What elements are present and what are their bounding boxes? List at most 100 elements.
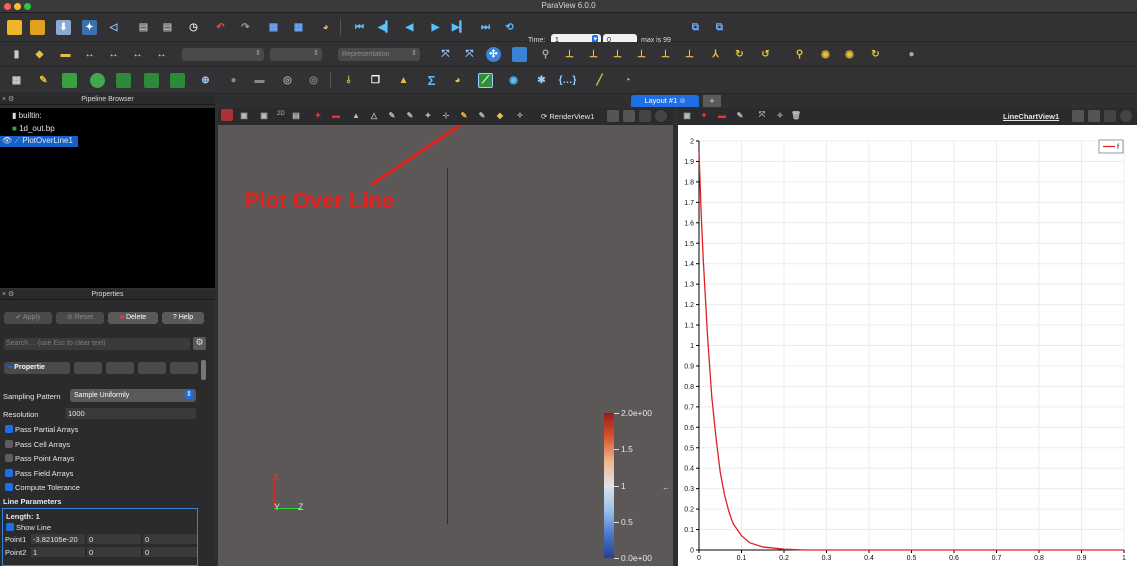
- rescale-icon[interactable]: ▬: [58, 47, 73, 62]
- point1-z-input[interactable]: 0: [143, 534, 197, 544]
- extract-level-icon[interactable]: ◎: [280, 73, 295, 88]
- delete-button[interactable]: ■ Delete: [108, 312, 158, 324]
- rescale-visible-icon[interactable]: ↔: [106, 47, 121, 62]
- select-chart-region-icon[interactable]: ▬: [716, 109, 728, 121]
- new-layout-tab-button[interactable]: +: [703, 95, 721, 107]
- time-manager-icon[interactable]: ⧉: [712, 20, 727, 35]
- time-inspector-icon[interactable]: ⧉: [688, 20, 703, 35]
- line-chart-view[interactable]: 0 0.1 0.2 0.3 0.4 0.5 0.6 0.7 0.8 0.9 1 1.1 1.2 1.3 1.…: [678, 125, 1137, 566]
- rotate-90-cw-icon[interactable]: ↻: [732, 47, 747, 62]
- split-vertical-button[interactable]: [1088, 110, 1100, 122]
- array-selector[interactable]: ⇕: [182, 48, 264, 61]
- plot-data-icon[interactable]: ◕: [450, 73, 465, 88]
- pipeline-item-builtin[interactable]: ▮ builtin:: [12, 111, 42, 120]
- first-frame-icon[interactable]: ⏮: [352, 20, 367, 35]
- tab-properties[interactable]: ━ Propertie: [4, 362, 70, 374]
- clip-icon[interactable]: [62, 73, 77, 88]
- protractor-icon[interactable]: ◔: [620, 73, 635, 88]
- open-recent-icon[interactable]: [30, 20, 45, 35]
- color-map-editor-icon[interactable]: ▮: [9, 47, 24, 62]
- palette-icon[interactable]: ◕: [318, 20, 333, 35]
- chart-zoom-icon[interactable]: ⤧: [756, 109, 768, 121]
- rescale-custom-icon[interactable]: ↔: [82, 47, 97, 62]
- tab-view[interactable]: [170, 362, 198, 374]
- apply-button[interactable]: ✔ Apply: [4, 312, 52, 324]
- split-horizontal-button[interactable]: [607, 110, 619, 122]
- point2-x-input[interactable]: 1: [31, 547, 85, 557]
- checkbox-4[interactable]: [5, 483, 13, 491]
- view-minus-x-icon[interactable]: ⊥: [586, 47, 601, 62]
- play-icon[interactable]: ▶: [428, 20, 443, 35]
- group-datasets-icon[interactable]: ▬: [252, 73, 267, 88]
- close-view-button[interactable]: [655, 110, 667, 122]
- next-frame-icon[interactable]: ▶▎: [452, 20, 467, 35]
- search-icon[interactable]: ⚲: [538, 47, 553, 62]
- reset-button[interactable]: ⊘ Reset: [56, 312, 104, 324]
- resolution-input[interactable]: 1000: [66, 408, 196, 419]
- isometric-view-icon[interactable]: ⅄: [708, 47, 723, 62]
- orientation-axes-icon[interactable]: ▤: [290, 109, 302, 121]
- python-calculator-icon[interactable]: {…}: [559, 73, 577, 88]
- histogram-icon[interactable]: ▲: [396, 73, 411, 88]
- show-center-icon[interactable]: ◉: [842, 47, 857, 62]
- scalar-bar-icon[interactable]: ◆: [32, 47, 47, 62]
- reverse-play-icon[interactable]: ◀: [402, 20, 417, 35]
- loop-icon[interactable]: ⟲: [502, 20, 517, 35]
- select-frustum-icon[interactable]: ▲: [350, 109, 362, 121]
- ruler-icon[interactable]: ╱: [592, 73, 607, 88]
- chart-clear-selection-icon[interactable]: ✧: [774, 109, 786, 121]
- select-blocks-icon[interactable]: ✦: [422, 109, 434, 121]
- probe-icon[interactable]: ⫰: [341, 73, 356, 88]
- rescale-over-time-icon[interactable]: ↔: [154, 47, 169, 62]
- point2-z-input[interactable]: 0: [143, 547, 197, 557]
- open-file-icon[interactable]: [7, 20, 22, 35]
- view-minus-z-icon[interactable]: ⊥: [682, 47, 697, 62]
- shrink-selection-icon[interactable]: ◆: [494, 109, 506, 121]
- point1-y-input[interactable]: 0: [87, 534, 141, 544]
- grow-selection-icon[interactable]: ✎: [476, 109, 488, 121]
- show-line-checkbox[interactable]: [6, 523, 14, 531]
- python-shell-icon[interactable]: ▤: [160, 20, 175, 35]
- sampling-pattern-select[interactable]: Sample Uniformly ⇕: [70, 389, 196, 402]
- pick-center-icon[interactable]: ⚲: [792, 47, 807, 62]
- copy-icon[interactable]: ❐: [368, 73, 383, 88]
- help-button[interactable]: ? Help: [162, 312, 204, 324]
- save-data-icon[interactable]: ⬇: [56, 20, 71, 35]
- tab-layout-1[interactable]: Layout #1 ⊗: [631, 95, 699, 107]
- checkbox-1[interactable]: [5, 439, 13, 448]
- rescale-temporal-icon[interactable]: ↔: [130, 47, 145, 62]
- view-minus-y-icon[interactable]: ⊥: [634, 47, 649, 62]
- view-plus-x-icon[interactable]: ⊥: [562, 47, 577, 62]
- maximize-view-button[interactable]: [1104, 110, 1116, 122]
- stream-tracer-icon[interactable]: ⊕: [198, 73, 213, 88]
- plot-selection-icon[interactable]: ◉: [506, 73, 521, 88]
- plot-over-line-icon[interactable]: ⟋: [478, 73, 493, 88]
- glyph-icon[interactable]: [170, 73, 185, 88]
- point2-y-input[interactable]: 0: [87, 547, 141, 557]
- checkbox-3[interactable]: [5, 468, 13, 477]
- redo-icon[interactable]: ↷: [238, 20, 253, 35]
- undo-icon[interactable]: ↶: [213, 20, 228, 35]
- calculator-icon[interactable]: ▦: [9, 73, 24, 88]
- extract-subset-icon[interactable]: [144, 73, 159, 88]
- temporal-icon[interactable]: ✱: [534, 73, 549, 88]
- eye-visibility-icon[interactable]: 👁: [2, 136, 12, 145]
- find-data-icon[interactable]: ●: [904, 47, 919, 62]
- reflect-icon[interactable]: ◎: [306, 73, 321, 88]
- last-frame-icon[interactable]: ⏭: [478, 20, 493, 35]
- properties-scrollbar[interactable]: [201, 360, 206, 380]
- pipeline-item-1d-out[interactable]: ■ 1d_out.bp: [12, 124, 55, 133]
- reset-center-icon[interactable]: ◉: [818, 47, 833, 62]
- rotate-90-ccw-icon[interactable]: ↺: [758, 47, 773, 62]
- trash-icon[interactable]: 🗑: [790, 109, 802, 121]
- maximize-view-button[interactable]: [639, 110, 651, 122]
- panel-close-icon[interactable]: × ⚙: [2, 290, 14, 300]
- warp-vector-icon[interactable]: ●: [226, 73, 241, 88]
- split-horizontal-button[interactable]: [1072, 110, 1084, 122]
- contour-icon[interactable]: ✎: [36, 73, 51, 88]
- advanced-settings-icon[interactable]: ⚙: [193, 337, 206, 350]
- camera-undo-icon[interactable]: ▦: [266, 20, 281, 35]
- representation-selector[interactable]: Representation ⇕: [338, 48, 420, 61]
- chart-polygon-select-icon[interactable]: ✎: [734, 109, 746, 121]
- interactive-select-icon[interactable]: ✎: [404, 109, 416, 121]
